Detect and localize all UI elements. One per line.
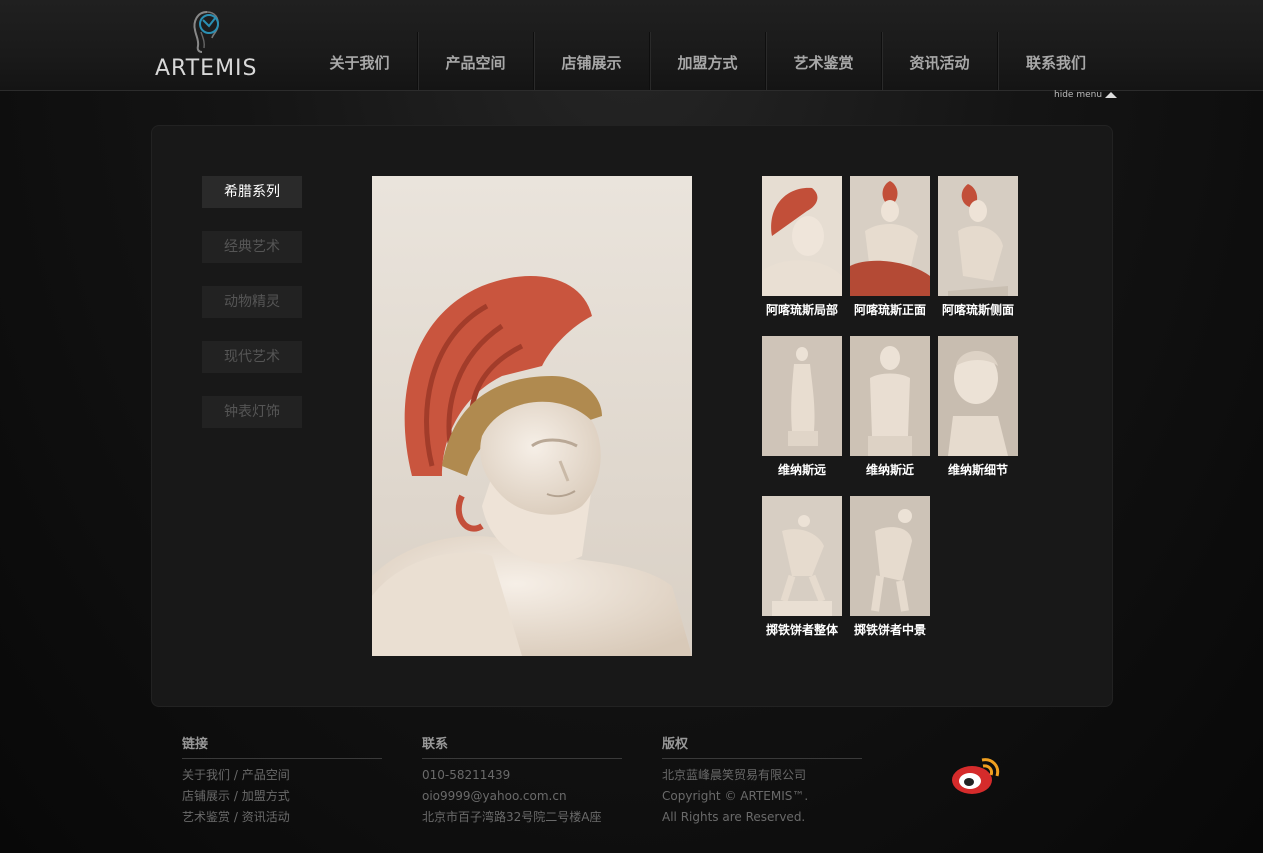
category-greek[interactable]: 希腊系列 [202, 176, 302, 208]
thumbnail-caption: 阿喀琉斯局部 [765, 303, 838, 317]
thumbnail-item[interactable]: 维纳斯近 [850, 336, 930, 478]
copyright-line: Copyright © ARTEMIS™. [662, 789, 809, 803]
thumbnail-item[interactable]: 掷铁饼者中景 [850, 496, 930, 638]
copyright-company: 北京蓝峰晨笑贸易有限公司 [662, 768, 807, 782]
footer-link-about[interactable]: 关于我们 [182, 768, 230, 782]
thumbnail-caption: 维纳斯远 [777, 463, 826, 477]
footer-link-separator: / [233, 810, 238, 824]
footer-link-art[interactable]: 艺术鉴赏 [182, 810, 230, 824]
main-product-photo [372, 176, 692, 656]
logo-text: ARTEMIS [155, 56, 258, 81]
category-list: 希腊系列 经典艺术 动物精灵 现代艺术 钟表灯饰 [202, 176, 302, 451]
thumbnail-caption: 阿喀琉斯侧面 [941, 303, 1014, 317]
thumbnail-image [762, 496, 842, 616]
main-nav: 关于我们 产品空间 店铺展示 加盟方式 艺术鉴赏 资讯活动 联系我们 [302, 32, 1114, 90]
footer-links-title: 链接 [182, 733, 382, 759]
footer-link-row: 艺术鉴赏 / 资讯活动 [182, 807, 382, 828]
thumbnail-caption: 掷铁饼者整体 [765, 623, 838, 637]
site-logo[interactable]: ARTEMIS [155, 8, 265, 81]
nav-item-news[interactable]: 资讯活动 [882, 32, 998, 90]
footer-link-separator: / [233, 768, 238, 782]
weibo-icon[interactable] [950, 752, 1002, 796]
thumbnail-caption: 维纳斯近 [865, 463, 914, 477]
hide-menu-arrow-icon [1105, 92, 1118, 98]
nav-item-contact[interactable]: 联系我们 [998, 32, 1114, 90]
contact-phone: 010-58211439 [422, 768, 511, 782]
thumbnail-item[interactable]: 掷铁饼者整体 [762, 496, 842, 638]
footer-links: 链接 关于我们 / 产品空间 店铺展示 / 加盟方式 艺术鉴赏 / 资讯活动 [182, 733, 382, 828]
nav-item-stores[interactable]: 店铺展示 [534, 32, 650, 90]
footer-copyright: 版权 北京蓝峰晨笑贸易有限公司 Copyright © ARTEMIS™. Al… [662, 733, 862, 828]
hide-menu-button[interactable]: hide menu [1054, 90, 1118, 100]
footer-copyright-title: 版权 [662, 733, 862, 759]
thumbnail-image [850, 496, 930, 616]
thumbnail-image [762, 336, 842, 456]
thumbnail-caption: 维纳斯细节 [947, 463, 1008, 477]
category-animal[interactable]: 动物精灵 [202, 286, 302, 318]
nav-item-products[interactable]: 产品空间 [418, 32, 534, 90]
nav-item-franchise[interactable]: 加盟方式 [650, 32, 766, 90]
contact-address: 北京市百子湾路32号院二号楼A座 [422, 810, 602, 824]
thumbnail-item[interactable]: 维纳斯远 [762, 336, 842, 478]
thumbnail-image [850, 336, 930, 456]
nav-item-about[interactable]: 关于我们 [302, 32, 418, 90]
thumbnail-item[interactable]: 维纳斯细节 [938, 336, 1018, 478]
thumbnail-item[interactable]: 阿喀琉斯正面 [850, 176, 930, 318]
hide-menu-label: hide menu [1054, 90, 1103, 100]
footer-link-franchise[interactable]: 加盟方式 [242, 789, 290, 803]
footer-link-row: 店铺展示 / 加盟方式 [182, 786, 382, 807]
nav-item-art[interactable]: 艺术鉴赏 [766, 32, 882, 90]
footer-link-products[interactable]: 产品空间 [242, 768, 290, 782]
footer-link-stores[interactable]: 店铺展示 [182, 789, 230, 803]
content-panel: 希腊系列 经典艺术 动物精灵 现代艺术 钟表灯饰 阿喀琉斯局部 阿喀琉斯正面 阿… [152, 126, 1112, 706]
rights-line: All Rights are Reserved. [662, 810, 806, 824]
thumbnail-caption: 掷铁饼者中景 [853, 623, 926, 637]
logo-head-icon [193, 11, 219, 53]
thumbnail-image [938, 176, 1018, 296]
thumbnail-image [762, 176, 842, 296]
thumbnail-caption: 阿喀琉斯正面 [853, 303, 926, 317]
category-modern[interactable]: 现代艺术 [202, 341, 302, 373]
contact-email: oio9999@yahoo.com.cn [422, 789, 567, 803]
thumbnail-image [938, 336, 1018, 456]
thumbnail-item[interactable]: 阿喀琉斯局部 [762, 176, 842, 318]
footer-contact: 联系 010-58211439 oio9999@yahoo.com.cn 北京市… [422, 733, 622, 828]
site-header: ARTEMIS 关于我们 产品空间 店铺展示 加盟方式 艺术鉴赏 资讯活动 联系… [0, 0, 1263, 91]
category-classic[interactable]: 经典艺术 [202, 231, 302, 263]
achilles-bust-image [372, 176, 692, 656]
category-clock-lamp[interactable]: 钟表灯饰 [202, 396, 302, 428]
thumbnail-item[interactable]: 阿喀琉斯侧面 [938, 176, 1018, 318]
site-footer: 链接 关于我们 / 产品空间 店铺展示 / 加盟方式 艺术鉴赏 / 资讯活动 联… [0, 730, 1263, 853]
thumbnail-image [850, 176, 930, 296]
footer-contact-title: 联系 [422, 733, 622, 759]
footer-link-separator: / [233, 789, 238, 803]
footer-link-row: 关于我们 / 产品空间 [182, 765, 382, 786]
footer-link-news[interactable]: 资讯活动 [242, 810, 290, 824]
